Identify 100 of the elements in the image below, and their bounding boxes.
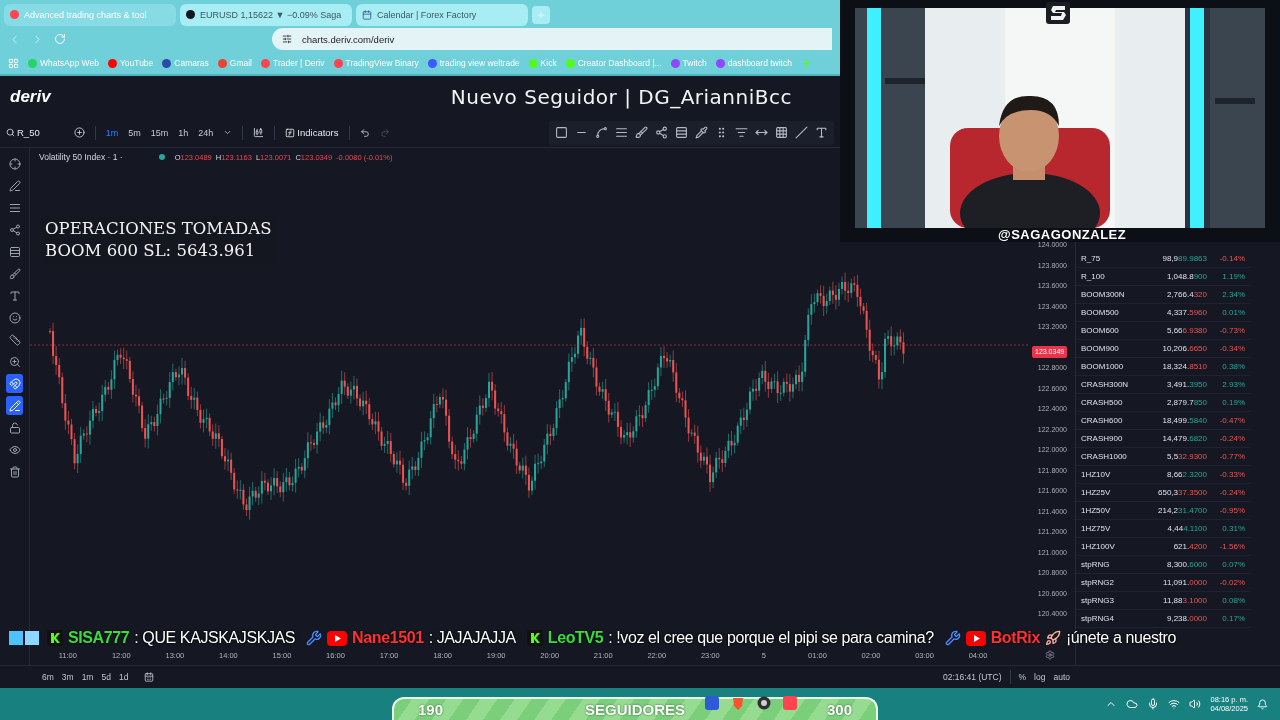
bell-icon[interactable] (1257, 698, 1268, 710)
watchlist-row[interactable]: stpRNG3 11,883.1000 0.08% (1076, 592, 1250, 610)
watchlist-row[interactable]: CRASH600 18,499.5840 -0.47% (1076, 412, 1250, 430)
chart-type-icon[interactable] (253, 127, 265, 138)
cloud-icon[interactable] (1126, 698, 1139, 710)
grid-icon[interactable] (775, 126, 788, 139)
scale-option[interactable]: log (1034, 672, 1046, 682)
calendar-icon[interactable] (144, 672, 155, 682)
price-value: 8,300.6000 (1165, 560, 1207, 569)
watchlist-row[interactable]: BOOM600 5,666.9380 -0.73% (1076, 322, 1250, 340)
record-icon[interactable] (757, 696, 771, 710)
chat-username: LeoTV5 (547, 629, 604, 647)
pattern-icon[interactable] (655, 126, 668, 139)
interval-tab[interactable]: 1h (178, 127, 189, 138)
platform-icon (526, 630, 543, 646)
watchlist-row[interactable]: 1HZ100V 621.4200 -1.56% (1076, 538, 1250, 556)
price-value: 650,337.3500 (1157, 488, 1207, 497)
price-value: 621.4200 (1172, 542, 1207, 551)
watchlist-row[interactable]: 1HZ50V 214,231.4700 -0.95% (1076, 502, 1250, 520)
caret-icon[interactable] (223, 128, 233, 137)
symbol-name: stpRNG3 (1081, 596, 1115, 605)
range-button[interactable]: 5d (101, 672, 111, 682)
change-value: 0.08% (1221, 596, 1245, 605)
watchlist-row[interactable]: 1HZ75V 4,444.1100 0.31% (1076, 520, 1250, 538)
text-icon[interactable] (815, 126, 828, 139)
list-icon[interactable] (735, 126, 748, 139)
watchlist-row[interactable]: R_75 98,989.9863 -0.14% (1076, 250, 1250, 268)
interval-tab[interactable]: 5m (128, 127, 141, 138)
curve-icon[interactable] (595, 126, 608, 139)
interval-tab[interactable]: 15m (150, 127, 169, 138)
watchlist-row[interactable]: R_100 1,048.8900 1.19% (1076, 268, 1250, 286)
chat-username: Nane1501 (352, 629, 424, 647)
search-icon[interactable] (6, 128, 15, 137)
watchlist-row[interactable]: BOOM1000 18,324.8510 0.38% (1076, 358, 1250, 376)
overlay-text: BOOM 600 SL: 5643.961 (45, 240, 257, 262)
watchlist-row[interactable]: BOOM900 10,206.6650 -0.34% (1076, 340, 1250, 358)
site-settings-icon[interactable] (282, 34, 292, 44)
change-value: 0.07% (1221, 560, 1245, 569)
symbol-name: 1HZ75V (1081, 524, 1112, 533)
price-value: 5,666.9380 (1165, 326, 1207, 335)
volume-icon[interactable] (1189, 698, 1202, 710)
change-value: -0.24% (1218, 488, 1245, 497)
watchlist-row[interactable]: CRASH900 14,479.6820 -0.24% (1076, 430, 1250, 448)
range-button[interactable]: 6m (42, 672, 54, 682)
chart-legend: Volatility 50 Index · 1 · (39, 152, 123, 162)
watchlist-row[interactable]: stpRNG4 9,238.0000 0.17% (1076, 610, 1250, 628)
wifi-icon[interactable] (1168, 698, 1181, 710)
square-icon[interactable] (555, 126, 568, 139)
interval-tab[interactable]: 1m (105, 127, 119, 138)
price-value: 11,091.0000 (1162, 578, 1207, 587)
function-icon[interactable] (285, 127, 296, 138)
symbol-name: R_75 (1081, 254, 1102, 263)
price-value: 9,238.0000 (1165, 614, 1207, 623)
watchlist-row[interactable]: BOOM500 4,337.5960 0.01% (1076, 304, 1250, 322)
price-value: 8,662.3200 (1165, 470, 1207, 479)
utc-clock: 02:16:41 (UTC) (942, 672, 1002, 682)
change-value: -0.73% (1218, 326, 1245, 335)
address-field[interactable]: charts.deriv.com/deriv (272, 28, 832, 50)
undo-icon[interactable] (359, 127, 370, 138)
indicators-button[interactable]: Indicators (285, 127, 339, 138)
browser-tab[interactable]: EURUSD 1,15622 ▼ −0.09% Saga (180, 3, 352, 26)
interval-tab[interactable]: 24h (198, 127, 214, 138)
symbol-name: R_100 (1081, 272, 1106, 281)
change-value: 0.17% (1221, 614, 1245, 623)
range-button[interactable]: 1m (81, 672, 94, 682)
change-value: 0.38% (1221, 362, 1245, 371)
watchlist-row[interactable]: stpRNG2 11,091.0000 -0.02% (1076, 574, 1250, 592)
add-icon[interactable] (73, 127, 85, 138)
channel-logo-icon (8, 628, 42, 648)
watchlist-row[interactable]: stpRNG 8,300.6000 0.07% (1076, 556, 1250, 574)
wrench-icon (944, 630, 961, 646)
watchlist-row[interactable]: CRASH300N 3,491.3950 2.93% (1076, 376, 1250, 394)
price-value: 4,337.5960 (1165, 308, 1207, 317)
price-value: 214,231.4700 (1157, 506, 1207, 515)
pipette-icon[interactable] (695, 126, 708, 139)
range-button[interactable]: 3m (61, 672, 74, 682)
symbol-search[interactable]: R_50 (6, 127, 40, 138)
price-value: 14,479.6820 (1161, 434, 1207, 443)
lines-icon[interactable] (615, 126, 628, 139)
pencil-icon[interactable] (6, 396, 23, 415)
scale-option[interactable]: % (1018, 672, 1027, 682)
magnet-icon[interactable] (6, 374, 23, 393)
brush-icon[interactable] (635, 126, 648, 139)
watchlist-row[interactable]: BOOM300N 2,766.4320 2.34% (1076, 286, 1250, 304)
change-value: -1.56% (1218, 542, 1245, 551)
shield-icon[interactable] (731, 696, 745, 710)
range-button[interactable]: 1d (118, 672, 129, 682)
watchlist-row[interactable]: CRASH1000 5,532.9300 -0.77% (1076, 448, 1250, 466)
watchlist-row[interactable]: 1HZ10V 8,662.3200 -0.33% (1076, 466, 1250, 484)
logo: deriv (10, 87, 51, 107)
play-button-icon (327, 630, 348, 646)
browser-tab[interactable]: Calendar | Forex Factory (356, 3, 528, 26)
fibonacci-icon[interactable] (675, 126, 688, 139)
scale-option[interactable]: auto (1053, 672, 1070, 682)
change-value: -0.77% (1218, 452, 1245, 461)
settings-icon[interactable] (1045, 650, 1055, 660)
change-value: -0.24% (1218, 434, 1245, 443)
microphone-icon[interactable] (1147, 698, 1160, 710)
watchlist-row[interactable]: 1HZ25V 650,337.3500 -0.24% (1076, 484, 1250, 502)
watchlist-row[interactable]: CRASH500 2,879.7850 0.19% (1076, 394, 1250, 412)
